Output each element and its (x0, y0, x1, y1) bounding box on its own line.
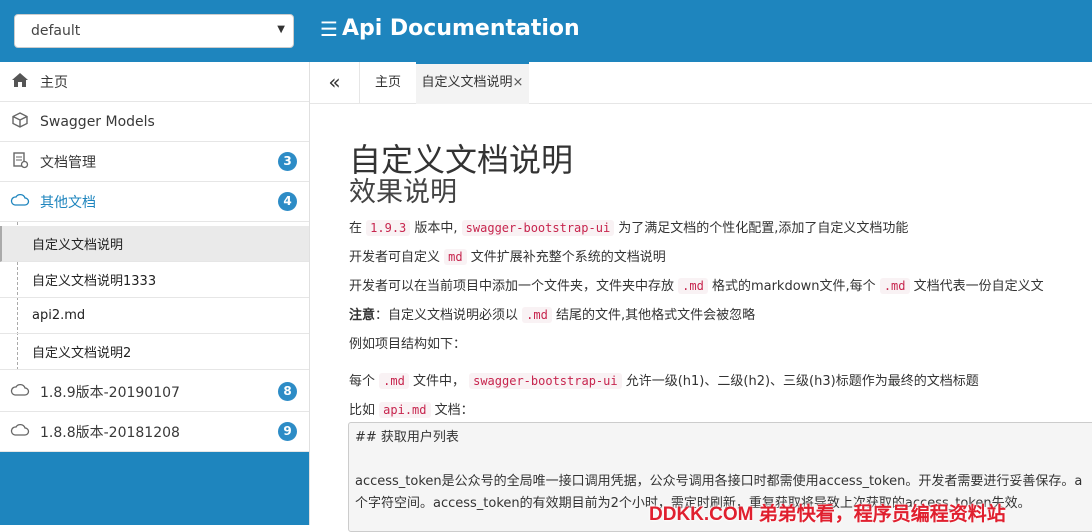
group-select[interactable]: default ▼ (14, 14, 294, 48)
app-title: ☰ Api Documentation (320, 16, 580, 41)
home-icon (0, 72, 40, 92)
top-bar: default ▼ ☰ Api Documentation (0, 0, 1092, 62)
group-select-value: default (31, 23, 81, 39)
code-line: ## 获取用户列表 (355, 430, 459, 445)
sidebar-item-label: Swagger Models (40, 113, 155, 130)
sidebar-item-other-docs[interactable]: 其他文档 4 (0, 182, 309, 222)
markdown-document: 自定义文档说明 效果说明 在 1.9.3 版本中, swagger-bootst… (349, 142, 1092, 425)
tab-custom-doc[interactable]: 自定义文档说明× (416, 62, 529, 104)
doc-paragraph: 比如 api.md 文档： (349, 402, 474, 418)
sidebar-item-doc-manage[interactable]: 文档管理 3 (0, 142, 309, 182)
doc-paragraph: 每个 .md 文件中， swagger-bootstrap-ui 允许一级(h1… (349, 373, 979, 389)
doc-paragraph: 开发者可自定义 md 文件扩展补充整个系统的文档说明 (349, 249, 666, 265)
sidebar-subitem-api2[interactable]: api2.md (0, 298, 309, 334)
cube-icon (0, 111, 40, 133)
doc-title: 自定义文档说明 (349, 141, 574, 179)
count-badge: 4 (278, 192, 297, 211)
tab-bar: « 主页 自定义文档说明× (310, 62, 1092, 104)
cloud-icon (0, 193, 40, 211)
sidebar-subitem-custom-doc[interactable]: 自定义文档说明 (0, 226, 309, 262)
sidebar-item-version-188[interactable]: 1.8.8版本-20181208 9 (0, 412, 309, 452)
sidebar-item-label: 其他文档 (40, 194, 96, 211)
tab-scroll-left-icon[interactable]: « (310, 62, 360, 104)
cloud-icon (0, 423, 40, 441)
sidebar-item-swagger-models[interactable]: Swagger Models (0, 102, 309, 142)
doc-paragraph: 开发者可以在当前项目中添加一个文件夹，文件夹中存放 .md 格式的markdow… (349, 278, 1044, 294)
main-content: « 主页 自定义文档说明× 自定义文档说明 效果说明 在 1.9.3 版本中, … (309, 62, 1092, 532)
subitem-label: 自定义文档说明 (32, 238, 124, 253)
doc-paragraph: 注意：自定义文档说明必须以 .md 结尾的文件,其他格式文件会被忽略 (349, 307, 756, 323)
menu-icon[interactable]: ☰ (320, 17, 338, 41)
tab-home[interactable]: 主页 (360, 62, 416, 104)
count-badge: 8 (278, 382, 297, 401)
chevron-down-icon: ▼ (277, 24, 285, 35)
app-title-text: Api Documentation (341, 16, 580, 41)
watermark: DDKK.COM 弟弟快看，程序员编程资料站 (649, 504, 1006, 525)
sidebar-footer (0, 452, 309, 525)
sidebar-subitem-custom-doc-2[interactable]: 自定义文档说明2 (0, 334, 309, 370)
sidebar-item-label: 文档管理 (40, 154, 96, 171)
sidebar-item-label: 1.8.9版本-20190107 (40, 384, 180, 401)
tab-label: 自定义文档说明 (421, 75, 513, 90)
subitem-label: api2.md (32, 308, 86, 323)
subitem-label: 自定义文档说明2 (32, 346, 132, 361)
sidebar-item-home[interactable]: 主页 (0, 62, 309, 102)
sidebar-item-label: 1.8.8版本-20181208 (40, 424, 180, 441)
sidebar-item-label: 主页 (40, 74, 68, 91)
code-line: access_token是公众号的全局唯一接口调用凭据，公众号调用各接口时都需使… (355, 474, 1083, 489)
doc-paragraph: 在 1.9.3 版本中, swagger-bootstrap-ui 为了满足文档… (349, 220, 909, 236)
sidebar-item-version-189[interactable]: 1.8.9版本-20190107 8 (0, 372, 309, 412)
doc-subtitle: 效果说明 (349, 177, 457, 208)
subitem-label: 自定义文档说明1333 (32, 274, 157, 289)
close-icon[interactable]: × (513, 75, 524, 90)
settings-doc-icon (0, 151, 40, 173)
count-badge: 3 (278, 152, 297, 171)
count-badge: 9 (278, 422, 297, 441)
cloud-icon (0, 383, 40, 401)
doc-paragraph: 例如项目结构如下： (349, 337, 467, 352)
sidebar-subitem-custom-doc-1333[interactable]: 自定义文档说明1333 (0, 262, 309, 298)
